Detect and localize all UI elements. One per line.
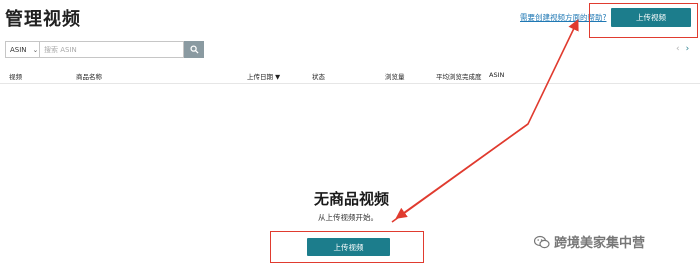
- search-bar: ASIN ⌄ 搜索 ASIN: [5, 41, 204, 58]
- column-avg-completion: 平均浏览完成度: [436, 73, 482, 81]
- page-title: 管理视频: [5, 9, 81, 30]
- watermark: 跨境美家集中营: [534, 232, 645, 251]
- search-button[interactable]: [184, 41, 204, 58]
- column-upload-date[interactable]: 上传日期 ▼: [247, 71, 280, 81]
- column-views: 浏览量: [385, 73, 405, 81]
- column-asin: ASIN: [489, 71, 505, 79]
- annotation-box-top: [589, 3, 698, 38]
- next-page-icon[interactable]: ›: [686, 44, 696, 54]
- search-input[interactable]: 搜索 ASIN: [39, 41, 184, 58]
- column-status: 状态: [312, 73, 325, 81]
- empty-state-subtitle: 从上传视频开始。: [318, 213, 378, 222]
- table-header: 视频 商品名称 上传日期 ▼ 状态 浏览量 平均浏览完成度 ASIN: [0, 66, 700, 84]
- asin-select[interactable]: ASIN ⌄: [5, 41, 39, 58]
- watermark-text: 跨境美家集中营: [554, 236, 646, 251]
- search-icon: [189, 45, 199, 54]
- annotation-box-center: [270, 231, 424, 263]
- annotation-arrow-head-lower: [395, 123, 529, 219]
- column-video: 视频: [9, 73, 22, 81]
- column-product-name: 商品名称: [76, 73, 102, 81]
- pagination: ‹›: [676, 44, 695, 54]
- prev-page-icon[interactable]: ‹: [676, 44, 686, 54]
- asin-select-value: ASIN: [10, 45, 27, 54]
- wechat-icon: [534, 235, 550, 248]
- chevron-down-icon: ⌄: [32, 45, 39, 54]
- annotation-arrow-line: [391, 19, 579, 223]
- empty-state-title: 无商品视频: [314, 190, 390, 208]
